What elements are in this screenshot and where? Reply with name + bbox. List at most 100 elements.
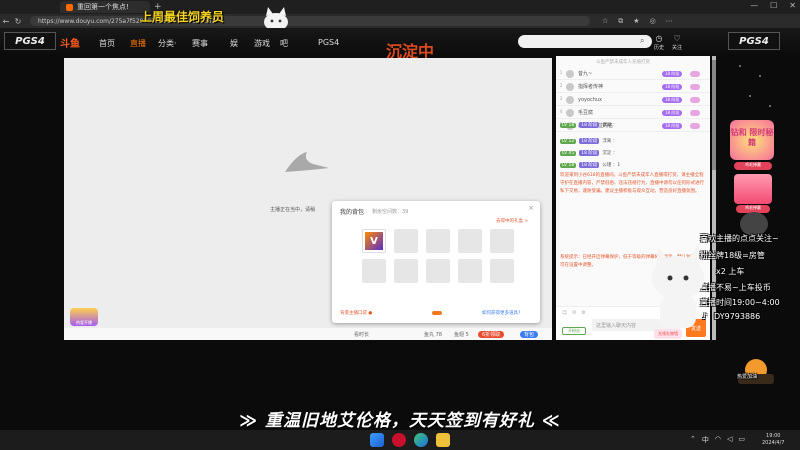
nav-match[interactable]: 赛事 <box>192 38 208 49</box>
tray-chevron-icon[interactable]: ⌃ <box>690 435 696 445</box>
backpack-slot[interactable] <box>426 229 450 253</box>
profile-icon[interactable]: ◎ <box>650 17 656 26</box>
chat-placeholder: 这里输入聊天内容 <box>596 322 637 329</box>
watch-time[interactable]: 看时长 <box>354 331 369 338</box>
file-explorer-icon[interactable] <box>436 433 450 447</box>
backpack-button[interactable]: 背包 <box>520 331 539 338</box>
game-badge-label: 热爱加油 <box>737 374 758 380</box>
chat-message[interactable]: LV 12 18 阶段 浮离 ： <box>560 136 708 146</box>
promo-card-gift[interactable] <box>734 174 772 204</box>
nav-pgs[interactable]: PGS4 <box>318 38 339 47</box>
fan-badge: 18 阶段 <box>662 83 683 90</box>
douyu-logo[interactable]: 斗鱼 <box>60 35 80 50</box>
search-icon[interactable]: ⌕ <box>640 36 644 46</box>
nav-live[interactable]: 直播 <box>130 38 146 49</box>
settings-icon[interactable]: ⚙ <box>581 310 585 316</box>
stream-slogan: ≫ 重温旧地艾伦格，天天签到有好礼 ≪ <box>239 411 561 431</box>
backpack-slot[interactable] <box>362 259 386 283</box>
edge-browser-icon[interactable] <box>414 433 428 447</box>
windows-start-icon[interactable] <box>370 433 384 447</box>
nav-game[interactable]: 游戏 <box>254 38 270 49</box>
discount-button[interactable]: 6折领取 <box>478 331 505 338</box>
nav-bar[interactable]: 吧 <box>280 38 288 49</box>
nav-home[interactable]: 首页 <box>99 38 115 49</box>
chat-message[interactable]: LV 18 18 阶段 偶骊 ： <box>560 120 708 130</box>
menu-icon[interactable]: ⋯ <box>666 17 673 26</box>
fan-button[interactable]: 开粉丝 <box>562 327 586 335</box>
rank-row[interactable]: 1 昔九~ 18 阶段 <box>556 68 710 80</box>
close-icon[interactable]: × <box>528 204 534 212</box>
back-icon[interactable]: ← <box>0 17 12 26</box>
chat-message[interactable]: LV 18 18 阶段 公瑾 ：1 <box>560 160 708 170</box>
app-icon[interactable] <box>392 433 406 447</box>
star-icon[interactable]: ☆ <box>602 17 608 26</box>
rank-num: 4 <box>559 110 563 115</box>
fishfin-count[interactable]: 鱼翅 5 <box>454 331 469 338</box>
refresh-icon[interactable]: ↻ <box>12 17 24 26</box>
history-button[interactable]: ◷ 历史 <box>654 34 664 51</box>
rank-num: 2 <box>559 84 563 89</box>
backpack-slot[interactable] <box>458 259 482 283</box>
game-badge-icon <box>738 359 774 384</box>
site-search-input[interactable] <box>518 35 652 48</box>
backpack-slot[interactable] <box>458 229 482 253</box>
gift-small-icon[interactable]: ✉ <box>572 310 576 316</box>
fan-badge: 18 阶段 <box>579 138 600 144</box>
rank-num: 3 <box>559 97 563 102</box>
cat-mascot-icon <box>652 246 704 328</box>
emoji-icon[interactable]: ☺ <box>562 310 567 316</box>
close-window-button[interactable]: ✕ <box>789 1 796 10</box>
chat-scroll-thumb[interactable] <box>712 60 716 170</box>
backpack-item-card[interactable]: V <box>362 229 386 253</box>
chat-text: 偶骊 ： <box>602 123 618 128</box>
browser-tab[interactable]: 重回第一个焦点! <box>60 1 150 13</box>
taskbar-clock[interactable]: 19:00 2024/4/7 <box>762 433 784 447</box>
backpack-slot[interactable] <box>394 229 418 253</box>
rank-name: 指挥者传神 <box>578 84 604 90</box>
backpack-slot[interactable] <box>490 259 514 283</box>
pgs-logo-right: PGS4 <box>728 32 780 50</box>
nav-yule[interactable]: 娱 <box>230 38 238 49</box>
follow-button[interactable]: ♡ 关注 <box>672 34 682 51</box>
chat-message[interactable]: LV 45 18 阶段 沉淀 ： <box>560 148 708 158</box>
level-badge: LV 12 <box>560 138 577 144</box>
anchor-badge[interactable]: 热爱开播 <box>70 308 98 326</box>
maximize-button[interactable]: ☐ <box>770 1 777 10</box>
level-badge: LV 45 <box>560 150 577 156</box>
backpack-slot[interactable] <box>394 259 418 283</box>
particle-decoration-icon <box>739 65 771 107</box>
minimize-button[interactable]: — <box>750 1 758 10</box>
url-input[interactable]: https://www.douyu.com/275a7f5295938a8ee1… <box>30 16 590 26</box>
rank-title: 斗鱼严禁未成年人充值打赏 <box>596 60 650 65</box>
battery-icon[interactable]: ▭ <box>738 435 745 445</box>
backpack-page-indicator[interactable] <box>432 311 442 315</box>
wifi-icon[interactable]: ◠ <box>715 435 721 445</box>
promo-card-event-footer[interactable]: 鸡毛掸赢 <box>734 162 772 170</box>
douyu-shark-loading-icon <box>285 152 329 172</box>
rank-name: 毛豆腐 <box>578 110 594 116</box>
follow-label: 关注 <box>672 45 683 51</box>
fishball-count[interactable]: 鱼丸 78 <box>424 331 442 338</box>
fan-badge: 18 阶段 <box>579 162 600 168</box>
rank-name: 昔九~ <box>578 71 593 77</box>
input-language[interactable]: 中 <box>702 435 709 445</box>
backpack-slot[interactable] <box>426 259 450 283</box>
volume-icon[interactable]: ◁ <box>727 435 732 445</box>
promo-card-event[interactable]: 钻和 限时秘籍 <box>730 120 774 160</box>
nav-category[interactable]: 分类· <box>158 38 177 49</box>
extensions-icon[interactable]: ⧉ <box>618 17 623 26</box>
fan-badge: 18 阶段 <box>662 109 683 116</box>
rank-row[interactable]: 2 指挥者传神 18 阶段 <box>556 81 710 93</box>
rank-name: yoyochux <box>578 96 603 103</box>
favorites-icon[interactable]: ★ <box>633 17 639 26</box>
backpack-help-link[interactable]: 如何获得更多道具? <box>482 310 520 316</box>
v-card-icon: V <box>365 232 383 250</box>
backpack-gift-link[interactable]: 去得中的礼盒 > <box>496 218 528 224</box>
rank-row[interactable]: 4 毛豆腐 18 阶段 <box>556 107 710 119</box>
stream-overlay-banner: 上周最佳饲养员 <box>140 10 225 24</box>
rank-row[interactable]: 3 yoyochux 18 阶段 <box>556 94 710 106</box>
backpack-footer-left[interactable]: 背景主播口袋 ● <box>340 310 372 316</box>
browser-tab-strip: 重回第一个焦点! + — ☐ ✕ <box>0 0 800 14</box>
backpack-slot[interactable] <box>490 229 514 253</box>
chat-text: 沉淀 ： <box>602 151 618 156</box>
